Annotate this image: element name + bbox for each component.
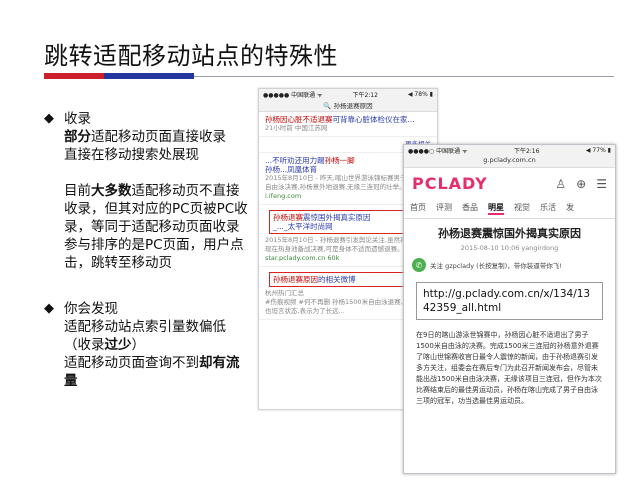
- tab-review[interactable]: 评测: [436, 202, 452, 215]
- section-indexing: 收录 部分适配移动页面直接收录 直接在移动搜索处展现: [64, 110, 249, 164]
- tab-home[interactable]: 首页: [410, 202, 426, 215]
- status-bar: ●●●●○ 中国联通 ᯤ 下午2:16 ◀ 77% ▮: [404, 145, 615, 156]
- tab-lifestyle[interactable]: 乐活: [540, 202, 556, 215]
- text-line: 直接在移动搜索处展现: [64, 147, 199, 163]
- text-line: 适配移动站点索引量数偏低: [64, 319, 226, 335]
- search-query-bar[interactable]: 🔍 孙杨退赛原因: [259, 100, 437, 112]
- article-url-box[interactable]: http://g.pclady.com.cn/x/134/1342359_all…: [416, 282, 603, 320]
- slide-title: 跳转适配移动站点的特殊性: [44, 42, 338, 70]
- wechat-icon: ✆: [412, 258, 426, 272]
- text-line: 适配移动页面查询不到却有流量: [64, 355, 240, 389]
- section-heading: 收录: [64, 111, 91, 127]
- site-header: PCLADY ♙ ⊕ ☰: [404, 168, 615, 199]
- menu-icon[interactable]: ☰: [596, 177, 607, 191]
- slide: 跳转适配移动站点的特殊性 ◆ 收录 部分适配移动页面直接收录 直接在移动搜索处展…: [0, 0, 640, 480]
- article-date: 2015-08-10 10:06 yangirdong: [460, 244, 559, 252]
- section-indexing-detail: 目前大多数适配移动页不直接收录，但其对应的PC页被PC收录，等同于适配移动页面收…: [64, 182, 249, 272]
- pclady-logo[interactable]: PCLADY: [412, 174, 488, 193]
- user-icon[interactable]: ♙: [555, 177, 566, 191]
- tab-more[interactable]: 发: [566, 202, 574, 215]
- text-line: 部分适配移动页面直接收录: [64, 129, 226, 145]
- text-paragraph: 参与排序的是PC页面，用户点击，跳转至移动页: [64, 237, 244, 271]
- wechat-follow-note: ✆ 关注 gzpclady (长按复制)，带你装逼带你飞!: [404, 252, 615, 274]
- status-bar: ●●●●● 中国联通 ᯤ 下午2:12 ◀ 78% ▮: [259, 89, 437, 100]
- title-accent-blue: [104, 73, 194, 79]
- article-title: 孙杨退赛震惊国外揭真实原因: [438, 227, 581, 240]
- section-heading: 你会发现: [64, 301, 118, 317]
- text-line: （收录过少）: [64, 337, 145, 353]
- header-icons: ♙ ⊕ ☰: [555, 177, 607, 191]
- diamond-bullet-icon: ◆: [44, 111, 54, 126]
- search-result[interactable]: 孙杨因心脏不适退赛可背靠心脏体检仪在家... 21小时前 中国江苏网: [259, 112, 437, 137]
- tab-fragrance[interactable]: 香品: [462, 202, 478, 215]
- diamond-bullet-icon: ◆: [44, 301, 54, 316]
- tab-visual[interactable]: 视觉: [514, 202, 530, 215]
- title-rule: [194, 76, 614, 77]
- title-accent-red: [44, 73, 104, 79]
- article-body: 在9日的喀山游泳世锦赛中，孙杨因心脏不适退出了男子1500米自由泳的决赛。完成1…: [416, 331, 602, 405]
- text-paragraph: 目前大多数适配移动页不直接收录，但其对应的PC页被PC收录，等同于适配移动页面收…: [64, 183, 248, 235]
- url-bar[interactable]: g.pclady.com.cn: [404, 156, 615, 168]
- download-icon[interactable]: ⊕: [576, 177, 586, 191]
- mobile-page-screenshot: ●●●●○ 中国联通 ᯤ 下午2:16 ◀ 77% ▮ g.pclady.com.c…: [403, 144, 616, 474]
- section-findings: 你会发现 适配移动站点索引量数偏低 （收录过少） 适配移动页面查询不到却有流量: [64, 300, 249, 390]
- tab-celebrity[interactable]: 明星: [488, 202, 504, 215]
- channel-tabs: 首页 评测 香品 明星 视觉 乐活 发: [404, 199, 615, 219]
